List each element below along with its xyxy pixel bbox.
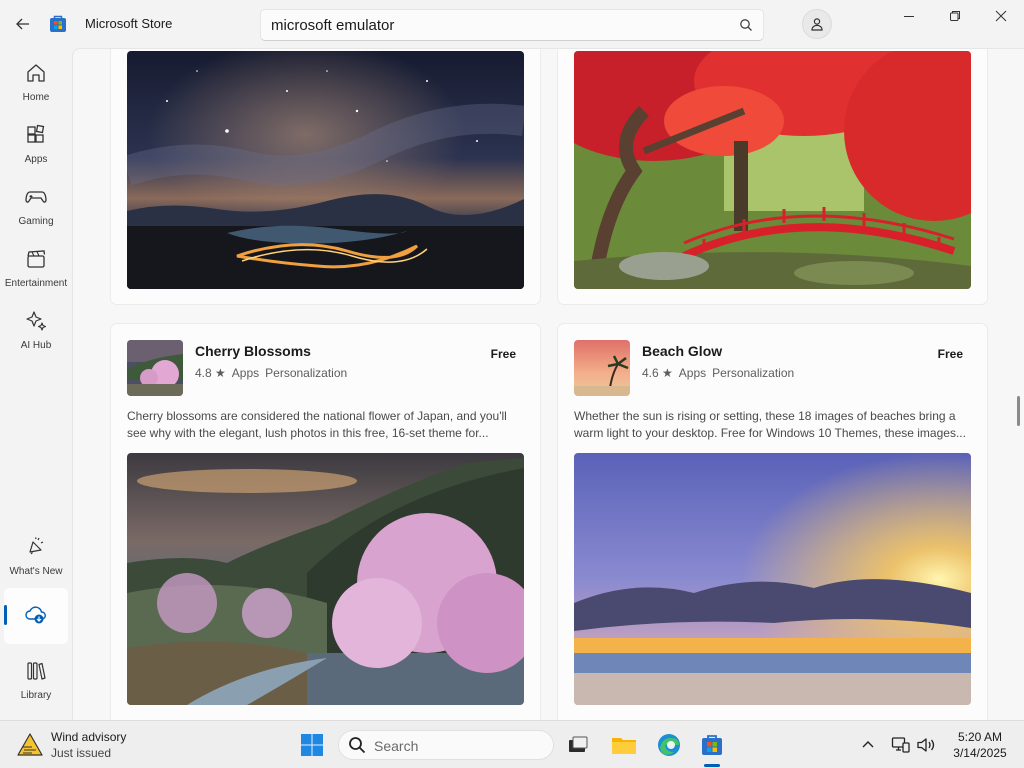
library-icon bbox=[27, 662, 46, 680]
person-icon bbox=[811, 18, 823, 31]
sidebar-item-label: AI Hub bbox=[20, 340, 52, 351]
chevron-up-icon bbox=[862, 741, 874, 748]
minimize-button[interactable] bbox=[886, 0, 932, 32]
app-description: Whether the sun is rising or setting, th… bbox=[574, 409, 966, 440]
apps-icon bbox=[27, 124, 45, 143]
volume-icon bbox=[917, 738, 935, 752]
sidebar: Home Apps Gaming Entertainment AI Hub Wh… bbox=[0, 48, 72, 720]
search-icon bbox=[349, 737, 366, 754]
app-category: Personalization bbox=[265, 366, 348, 380]
cherry-blossom-image bbox=[127, 453, 524, 705]
app-hero-image bbox=[127, 453, 524, 705]
file-explorer-icon bbox=[612, 738, 636, 754]
app-hero-image bbox=[574, 51, 971, 289]
edge-icon bbox=[658, 734, 680, 756]
app-card[interactable] bbox=[110, 49, 541, 305]
clock-date: 3/14/2025 bbox=[953, 746, 1007, 760]
taskbar-search-label: Search bbox=[374, 738, 419, 754]
app-meta: 4.6 ★ Apps Personalization bbox=[642, 366, 800, 380]
file-explorer-button[interactable] bbox=[608, 729, 640, 761]
home-icon bbox=[27, 64, 45, 82]
sidebar-item-gaming[interactable]: Gaming bbox=[0, 178, 72, 236]
app-name[interactable]: Beach Glow bbox=[642, 343, 722, 359]
scrollbar-thumb[interactable] bbox=[1017, 396, 1020, 426]
app-thumbnail bbox=[127, 340, 183, 396]
maximize-button[interactable] bbox=[932, 0, 978, 32]
search-results: Cherry Blossoms 4.8 ★ Apps Personalization… bbox=[72, 48, 1024, 720]
windows-start-icon bbox=[301, 734, 323, 756]
app-meta: 4.8 ★ Apps Personalization bbox=[195, 366, 353, 380]
app-card[interactable] bbox=[557, 49, 988, 305]
start-button[interactable] bbox=[296, 729, 328, 761]
sidebar-item-downloads-icon[interactable] bbox=[0, 596, 72, 654]
app-type: Apps bbox=[678, 366, 707, 380]
weather-widget[interactable]: Wind advisory Just issued bbox=[16, 729, 176, 761]
task-view-button[interactable] bbox=[562, 729, 594, 761]
app-price[interactable]: Free bbox=[938, 347, 963, 361]
network-icon bbox=[891, 737, 910, 753]
app-hero-image bbox=[127, 51, 524, 289]
app-thumbnail bbox=[574, 340, 630, 396]
sidebar-item-home[interactable]: Home bbox=[0, 54, 72, 112]
sidebar-item-apps[interactable]: Apps bbox=[0, 116, 72, 174]
task-view-icon bbox=[569, 736, 588, 752]
taskbar: Wind advisory Just issued Search 5:20 AM… bbox=[0, 720, 1024, 768]
store-logo-icon bbox=[50, 15, 66, 32]
warning-icon bbox=[17, 733, 43, 756]
title-bar: Microsoft Store bbox=[0, 0, 1024, 48]
back-arrow-icon bbox=[16, 18, 29, 30]
app-rating: 4.6 ★ bbox=[642, 366, 673, 380]
downloads-icon bbox=[25, 606, 46, 624]
beach-glow-thumbnail bbox=[574, 340, 630, 396]
clapper-icon bbox=[27, 250, 46, 268]
clock-time: 5:20 AM bbox=[957, 730, 1003, 744]
search-icon[interactable] bbox=[739, 18, 753, 32]
sidebar-item-label: Apps bbox=[24, 154, 48, 165]
app-category: Personalization bbox=[712, 366, 795, 380]
volume-button[interactable] bbox=[910, 729, 942, 761]
night-sky-image bbox=[127, 51, 524, 289]
sidebar-item-label: Home bbox=[22, 92, 50, 103]
sidebar-item-label: Library bbox=[20, 690, 52, 701]
megaphone-icon bbox=[29, 537, 44, 555]
sidebar-item-label: What's New bbox=[9, 566, 63, 577]
weather-title: Wind advisory bbox=[51, 730, 127, 744]
app-hero-image bbox=[574, 453, 971, 705]
search-input[interactable] bbox=[271, 10, 731, 40]
weather-subtitle: Just issued bbox=[51, 746, 112, 760]
sidebar-item-entertainment[interactable]: Entertainment bbox=[0, 240, 72, 298]
app-type: Apps bbox=[231, 366, 260, 380]
red-bridge-image bbox=[574, 51, 971, 289]
sidebar-item-label: Gaming bbox=[18, 216, 54, 227]
active-app-indicator bbox=[704, 764, 720, 767]
sidebar-item-whats-new[interactable]: What's New bbox=[0, 528, 72, 586]
app-title: Microsoft Store bbox=[85, 16, 173, 31]
sidebar-item-ai-hub[interactable]: AI Hub bbox=[0, 302, 72, 360]
store-icon bbox=[702, 735, 722, 755]
search-box[interactable] bbox=[260, 9, 764, 41]
cherry-blossom-thumbnail bbox=[127, 340, 183, 396]
sparkle-icon bbox=[26, 311, 47, 331]
minimize-icon bbox=[904, 16, 914, 17]
sidebar-item-label: Entertainment bbox=[4, 278, 68, 289]
back-button[interactable] bbox=[8, 10, 38, 38]
app-card-cherry-blossoms[interactable]: Cherry Blossoms 4.8 ★ Apps Personalization… bbox=[110, 323, 541, 720]
gamepad-icon bbox=[25, 191, 47, 203]
app-name[interactable]: Cherry Blossoms bbox=[195, 343, 311, 359]
app-price[interactable]: Free bbox=[491, 347, 516, 361]
taskbar-search[interactable]: Search bbox=[338, 730, 554, 760]
app-description: Cherry blossoms are considered the natio… bbox=[127, 409, 507, 440]
tray-overflow-button[interactable] bbox=[852, 729, 884, 761]
beach-glow-image bbox=[574, 453, 971, 705]
edge-button[interactable] bbox=[653, 729, 685, 761]
account-button[interactable] bbox=[802, 9, 832, 39]
sidebar-item-library[interactable]: Library bbox=[0, 652, 72, 710]
maximize-icon bbox=[950, 11, 960, 21]
app-card-beach-glow[interactable]: Beach Glow 4.6 ★ Apps Personalization Free… bbox=[557, 323, 988, 720]
app-rating: 4.8 ★ bbox=[195, 366, 226, 380]
close-icon bbox=[995, 10, 1007, 22]
store-taskbar-button[interactable] bbox=[696, 729, 728, 761]
close-button[interactable] bbox=[978, 0, 1024, 32]
system-clock[interactable]: 5:20 AM 3/14/2025 bbox=[946, 729, 1014, 761]
